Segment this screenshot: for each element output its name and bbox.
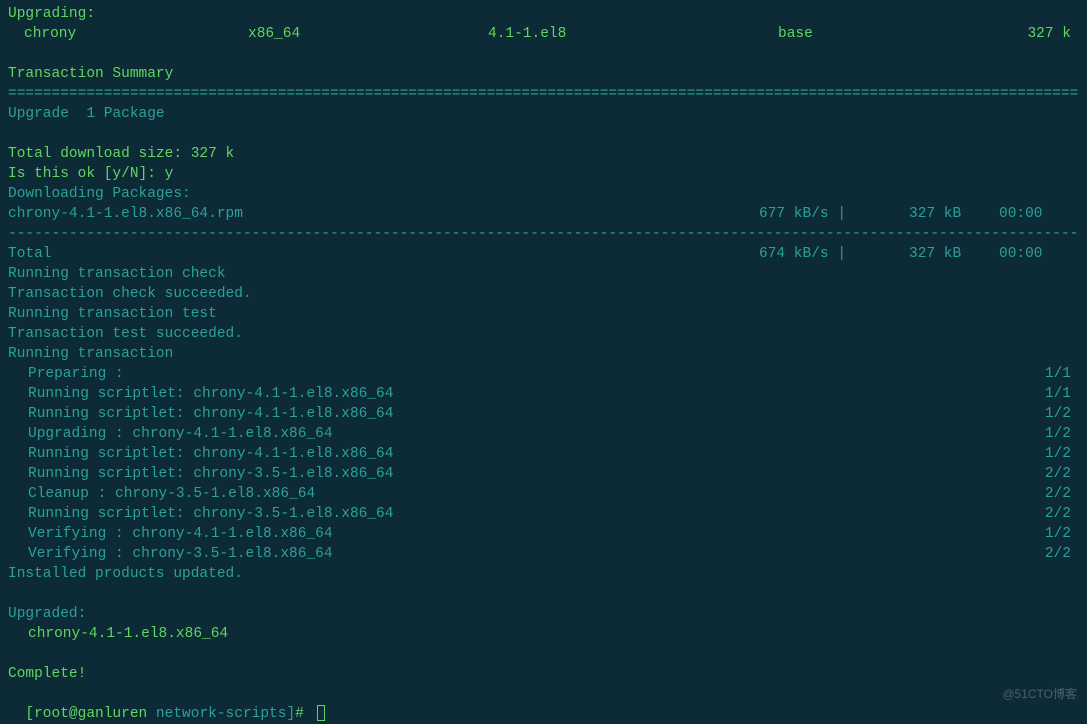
step-count: 1/2 (1029, 424, 1079, 444)
download-file-row: chrony-4.1-1.el8.x86_64.rpm 677 kB/s | 3… (8, 204, 1079, 224)
pkg-arch: x86_64 (248, 24, 488, 44)
total-row: Total 674 kB/s | 327 kB 00:00 (8, 244, 1079, 264)
confirm-prompt: Is this ok [y/N]: y (8, 164, 1079, 184)
step-count: 1/2 (1029, 444, 1079, 464)
prompt-path: network-scripts] (147, 706, 295, 722)
transaction-step: Cleanup : chrony-3.5-1.el8.x86_642/2 (8, 484, 1079, 504)
prompt-symbol: # (295, 706, 312, 722)
total-time: 00:00 (999, 244, 1079, 264)
step-action: Verifying : chrony-3.5-1.el8.x86_64 (8, 544, 1029, 564)
step-count: 1/1 (1029, 384, 1079, 404)
download-file-name: chrony-4.1-1.el8.x86_64.rpm (8, 204, 759, 224)
transaction-step: Running scriptlet: chrony-3.5-1.el8.x86_… (8, 464, 1079, 484)
download-size-val: 327 kB (909, 204, 999, 224)
pkg-repo: base (778, 24, 998, 44)
step-count: 1/1 (1029, 364, 1079, 384)
transaction-step: Running scriptlet: chrony-4.1-1.el8.x86_… (8, 384, 1079, 404)
check-line: Running transaction (8, 344, 1079, 364)
transaction-step: Preparing :1/1 (8, 364, 1079, 384)
check-line: Transaction check succeeded. (8, 284, 1079, 304)
step-action: Running scriptlet: chrony-4.1-1.el8.x86_… (8, 404, 1029, 424)
transaction-step: Running scriptlet: chrony-4.1-1.el8.x86_… (8, 444, 1079, 464)
step-action: Verifying : chrony-4.1-1.el8.x86_64 (8, 524, 1029, 544)
step-count: 2/2 (1029, 544, 1079, 564)
transaction-step: Verifying : chrony-3.5-1.el8.x86_642/2 (8, 544, 1079, 564)
shell-prompt[interactable]: [root@ganluren network-scripts]# (8, 684, 1079, 724)
download-size: Total download size: 327 k (8, 144, 1079, 164)
pkg-version: 4.1-1.el8 (488, 24, 778, 44)
package-row: chrony x86_64 4.1-1.el8 base 327 k (8, 24, 1079, 44)
downloading-label: Downloading Packages: (8, 184, 1079, 204)
divider-dash: ----------------------------------------… (8, 224, 1079, 244)
transaction-summary-label: Transaction Summary (8, 64, 1079, 84)
step-count: 1/2 (1029, 404, 1079, 424)
upgraded-package: chrony-4.1-1.el8.x86_64 (8, 624, 1079, 644)
download-rate: 677 kB/s | (759, 204, 909, 224)
step-action: Preparing : (8, 364, 1029, 384)
transaction-step: Upgrading : chrony-4.1-1.el8.x86_641/2 (8, 424, 1079, 444)
transaction-step: Running scriptlet: chrony-3.5-1.el8.x86_… (8, 504, 1079, 524)
step-action: Cleanup : chrony-3.5-1.el8.x86_64 (8, 484, 1029, 504)
upgrade-count: Upgrade 1 Package (8, 104, 1079, 124)
download-time: 00:00 (999, 204, 1079, 224)
step-action: Running scriptlet: chrony-3.5-1.el8.x86_… (8, 464, 1029, 484)
installed-updated: Installed products updated. (8, 564, 1079, 584)
step-action: Running scriptlet: chrony-3.5-1.el8.x86_… (8, 504, 1029, 524)
step-count: 2/2 (1029, 464, 1079, 484)
watermark: @51CTO博客 (1002, 684, 1077, 704)
transaction-check-block: Running transaction checkTransaction che… (8, 264, 1079, 364)
total-size: 327 kB (909, 244, 999, 264)
transaction-steps: Preparing :1/1Running scriptlet: chrony-… (8, 364, 1079, 564)
cursor-icon (317, 705, 325, 721)
step-count: 1/2 (1029, 524, 1079, 544)
prompt-user-host: [root@ganluren (25, 706, 147, 722)
check-line: Running transaction check (8, 264, 1079, 284)
step-action: Running scriptlet: chrony-4.1-1.el8.x86_… (8, 384, 1029, 404)
upgraded-label: Upgraded: (8, 604, 1079, 624)
pkg-name: chrony (8, 24, 248, 44)
check-line: Transaction test succeeded. (8, 324, 1079, 344)
step-count: 2/2 (1029, 504, 1079, 524)
complete-message: Complete! (8, 664, 1079, 684)
total-label: Total (8, 244, 759, 264)
step-action: Running scriptlet: chrony-4.1-1.el8.x86_… (8, 444, 1029, 464)
pkg-size: 327 k (998, 24, 1079, 44)
step-action: Upgrading : chrony-4.1-1.el8.x86_64 (8, 424, 1029, 444)
divider-equals: ========================================… (8, 84, 1079, 104)
total-rate: 674 kB/s | (759, 244, 909, 264)
upgrading-header: Upgrading: (8, 4, 1079, 24)
transaction-step: Verifying : chrony-4.1-1.el8.x86_641/2 (8, 524, 1079, 544)
step-count: 2/2 (1029, 484, 1079, 504)
transaction-step: Running scriptlet: chrony-4.1-1.el8.x86_… (8, 404, 1079, 424)
check-line: Running transaction test (8, 304, 1079, 324)
